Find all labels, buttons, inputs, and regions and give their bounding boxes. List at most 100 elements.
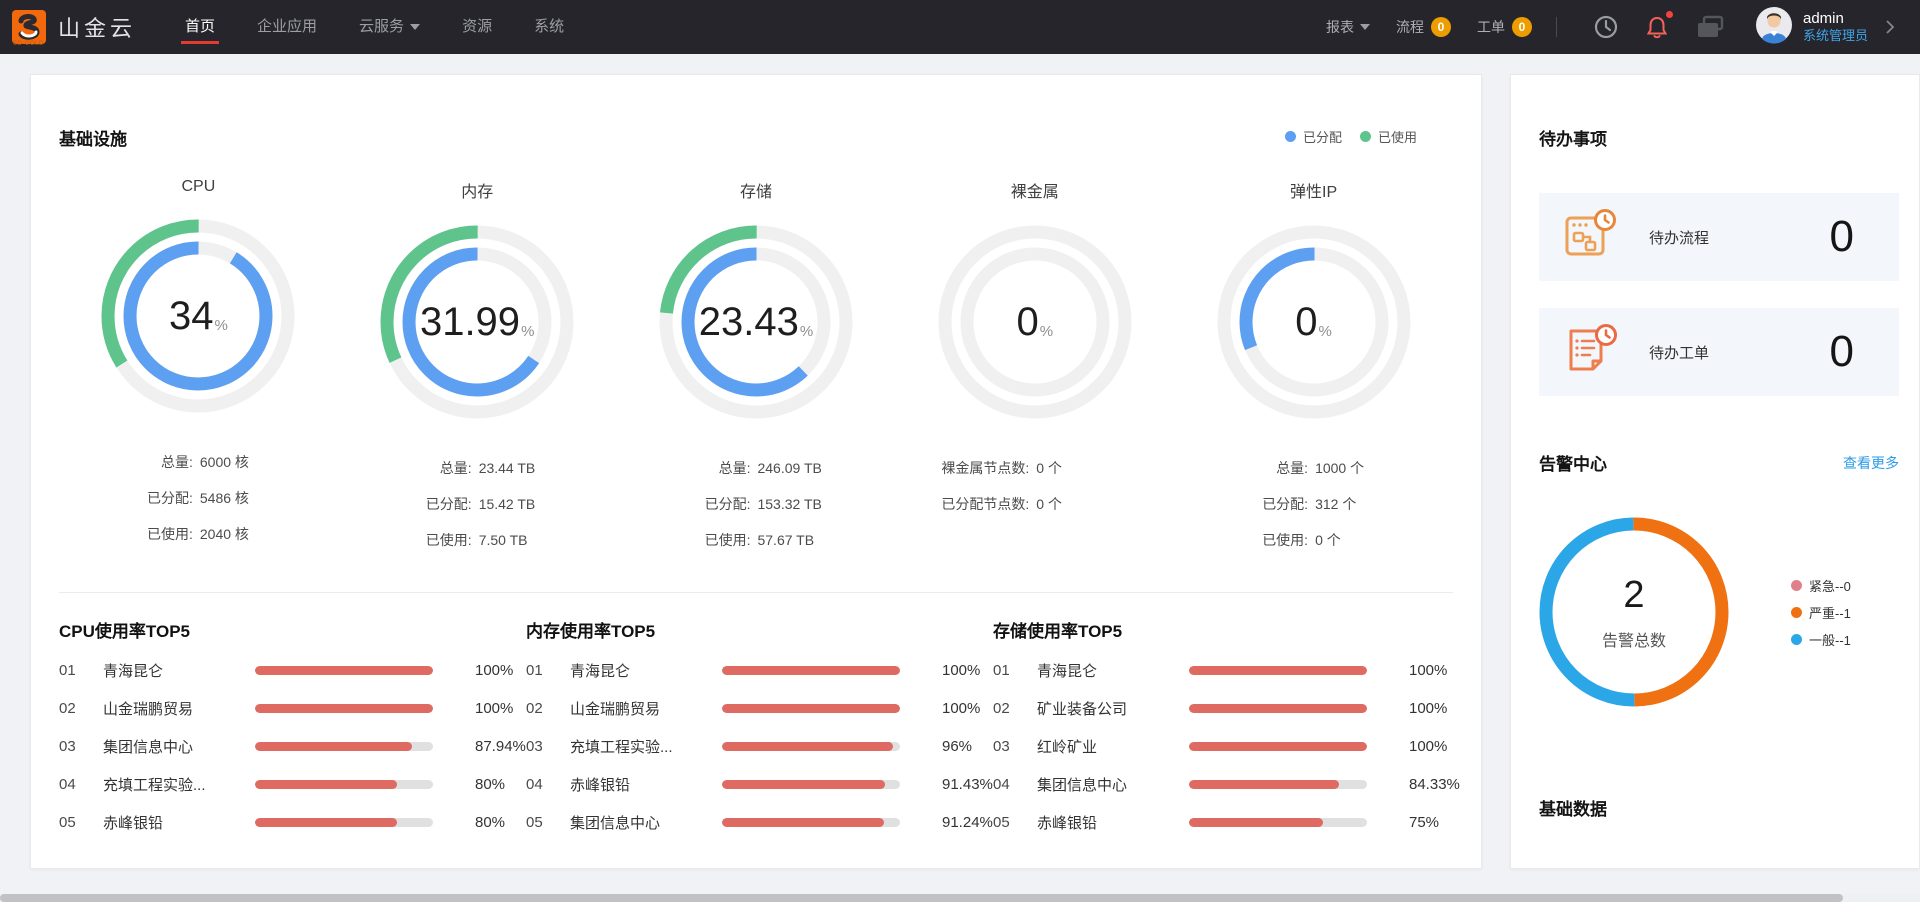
top5-bar — [722, 780, 885, 789]
stat-label: 已使用: — [654, 522, 750, 558]
gauge-percent-unit: % — [1319, 323, 1332, 340]
process-menu[interactable]: 流程0 — [1396, 17, 1451, 37]
stat-value: 15.42 TB — [479, 486, 579, 522]
brand-logo[interactable]: SD-GOLD 山金云 — [12, 10, 136, 44]
gauge-percent: 23.43 — [699, 300, 799, 345]
top5-row: 01青海昆仑100% — [993, 651, 1440, 689]
infrastructure-title: 基础设施 — [59, 125, 1453, 150]
top5-block-0: CPU使用率TOP501青海昆仑100%02山金瑞鹏贸易100%03集团信息中心… — [59, 617, 506, 841]
gauge-stats: 裸金属节点数:0 个已分配节点数:0 个 — [933, 450, 1136, 522]
top5-rows: 01青海昆仑100%02矿业装备公司100%03红岭矿业100%04集团信息中心… — [993, 651, 1440, 841]
stat-value: 0 个 — [1036, 486, 1136, 522]
top5-bar-track — [1189, 666, 1367, 675]
top5-rank: 04 — [526, 776, 570, 793]
top5-bar-track — [1189, 818, 1367, 827]
history-clock-icon[interactable] — [1593, 14, 1619, 40]
gauge-legend: 已分配已使用 — [1267, 127, 1417, 146]
alarm-legend-item-2[interactable]: 一般--1 — [1791, 630, 1851, 649]
alarm-legend-item-0[interactable]: 紧急--0 — [1791, 576, 1851, 595]
top5-row: 03红岭矿业100% — [993, 727, 1440, 765]
legend-item-1[interactable]: 已使用 — [1360, 127, 1417, 146]
gauge-裸金属: 裸金属 0%裸金属节点数:0 个已分配节点数:0 个 — [895, 178, 1174, 558]
top5-bar-track — [722, 818, 900, 827]
gauge-donut-chart: 31.99% — [379, 224, 575, 420]
top5-bar-track — [255, 704, 433, 713]
top5-percent: 75% — [1409, 814, 1439, 831]
nav-item-enterprise-apps[interactable]: 企业应用 — [257, 0, 317, 54]
alarm-legend-item-1[interactable]: 严重--1 — [1791, 603, 1851, 622]
stat-value: 7.50 TB — [479, 522, 579, 558]
top5-percent: 100% — [1409, 700, 1447, 717]
notification-dot — [1666, 11, 1673, 18]
legend-item-0[interactable]: 已分配 — [1285, 127, 1342, 146]
top5-name: 集团信息中心 — [570, 812, 722, 833]
gauge-CPU: CPU 34%总量:6000 核已分配:5486 核已使用:2040 核 — [59, 178, 338, 558]
top5-name: 充填工程实验... — [103, 774, 255, 795]
top5-bar — [255, 704, 433, 713]
user-menu[interactable]: admin 系统管理员 — [1755, 6, 1898, 49]
gauge-percent-unit: % — [800, 323, 813, 340]
top5-bar — [722, 818, 884, 827]
nav-item-resources[interactable]: 资源 — [462, 0, 492, 54]
top5-bar — [255, 742, 412, 751]
top5-row: 04集团信息中心84.33% — [993, 765, 1440, 803]
nav-item-system[interactable]: 系统 — [534, 0, 564, 54]
todo-title: 待办事项 — [1539, 125, 1899, 150]
stat-label: 总量: — [97, 444, 193, 480]
stat-value: 246.09 TB — [757, 450, 857, 486]
top5-bar — [255, 818, 397, 827]
top5-rank: 05 — [526, 814, 570, 831]
top5-bar-track — [255, 742, 433, 751]
alarm-donut-chart: 2 告警总数 — [1539, 517, 1729, 707]
briefcase-icon[interactable] — [1695, 14, 1725, 40]
top5-percent: 100% — [942, 662, 980, 679]
gauge-stats: 总量:6000 核已分配:5486 核已使用:2040 核 — [97, 444, 300, 552]
top5-row: 03集团信息中心87.94% — [59, 727, 506, 765]
top5-rank: 02 — [526, 700, 570, 717]
top5-block-2: 存储使用率TOP501青海昆仑100%02矿业装备公司100%03红岭矿业100… — [993, 617, 1440, 841]
gauge-title: 弹性IP — [1290, 178, 1337, 202]
horizontal-scrollbar-thumb[interactable] — [0, 894, 1843, 902]
top5-bar-track — [1189, 742, 1367, 751]
nav-item-home[interactable]: 首页 — [185, 0, 215, 54]
workorder-clock-icon — [1561, 321, 1619, 384]
gauge-stat-line: 总量:23.44 TB — [376, 450, 579, 486]
top5-bar — [722, 742, 893, 751]
top5-bar-track — [255, 666, 433, 675]
alarm-legend-label: 紧急--0 — [1809, 576, 1851, 595]
alarm-view-more-link[interactable]: 查看更多 — [1843, 453, 1899, 473]
top5-rank: 03 — [59, 738, 103, 755]
bell-icon[interactable] — [1645, 14, 1669, 40]
todo-label: 待办流程 — [1649, 227, 1709, 248]
ticket-menu[interactable]: 工单0 — [1477, 17, 1532, 37]
todo-item-1[interactable]: 待办工单0 — [1539, 308, 1899, 396]
top5-bar — [1189, 818, 1323, 827]
top5-rows: 01青海昆仑100%02山金瑞鹏贸易100%03充填工程实验...96%04赤峰… — [526, 651, 973, 841]
todo-item-0[interactable]: 待办流程0 — [1539, 193, 1899, 281]
top5-name: 赤峰银铅 — [1037, 812, 1189, 833]
top5-row: 05赤峰银铅75% — [993, 803, 1440, 841]
stat-value: 153.32 TB — [757, 486, 857, 522]
top5-row: 03充填工程实验...96% — [526, 727, 973, 765]
report-menu[interactable]: 报表 — [1326, 17, 1370, 37]
stat-label: 已分配: — [1212, 486, 1308, 522]
top5-rank: 01 — [59, 662, 103, 679]
brand-logo-icon — [12, 10, 46, 44]
user-role[interactable]: 系统管理员 — [1803, 28, 1868, 44]
top5-rank: 01 — [993, 662, 1037, 679]
stat-label: 已分配节点数: — [933, 486, 1029, 522]
alarm-legend-dot — [1791, 634, 1802, 645]
top5-name: 矿业装备公司 — [1037, 698, 1189, 719]
top5-percent: 84.33% — [1409, 776, 1460, 793]
gauge-stats: 总量:246.09 TB已分配:153.32 TB已使用:57.67 TB — [654, 450, 857, 558]
top5-bar — [255, 780, 397, 789]
top5-bar-track — [722, 780, 900, 789]
todo-value: 0 — [1830, 327, 1854, 377]
horizontal-scrollbar-track[interactable] — [0, 894, 1920, 902]
top5-bar — [255, 666, 433, 675]
gauge-stat-line: 已使用:57.67 TB — [654, 522, 857, 558]
todo-list: 待办流程0 待办工单0 — [1539, 193, 1899, 396]
top5-percent: 96% — [942, 738, 972, 755]
nav-item-cloud-services[interactable]: 云服务 — [359, 0, 420, 54]
top5-percent: 87.94% — [475, 738, 526, 755]
